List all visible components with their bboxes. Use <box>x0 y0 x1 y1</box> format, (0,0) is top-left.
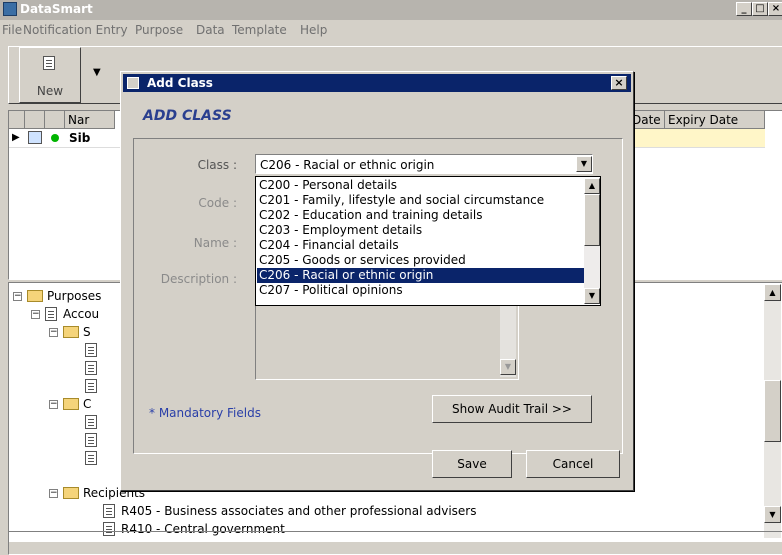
tree-item-account[interactable]: Accou <box>63 307 99 321</box>
new-dropdown-arrow-icon[interactable]: ▼ <box>93 67 101 78</box>
document-icon <box>85 433 97 447</box>
app-icon <box>3 2 17 16</box>
document-icon <box>85 415 97 429</box>
new-button-label: New <box>36 84 64 98</box>
class-option[interactable]: C203 - Employment details <box>257 223 585 238</box>
grid-header-indicator <box>9 111 25 129</box>
grid-header-icon <box>25 111 45 129</box>
menu-file[interactable]: File <box>2 23 22 37</box>
tree-expand-icon[interactable]: − <box>49 328 58 337</box>
cancel-button[interactable]: Cancel <box>526 450 620 478</box>
new-document-icon <box>43 56 55 70</box>
class-label: Class : <box>197 158 237 172</box>
description-label: Description : <box>160 272 237 286</box>
folder-icon <box>63 398 79 410</box>
class-select[interactable]: C206 - Racial or ethnic origin ▼ <box>255 154 593 174</box>
dialog-window-icon <box>127 77 139 89</box>
scroll-up-icon[interactable]: ▲ <box>764 284 781 301</box>
description-scrollbar[interactable]: ▼ <box>500 301 516 377</box>
menu-purpose[interactable]: Purpose <box>135 23 183 37</box>
close-button[interactable]: × <box>768 2 782 16</box>
document-icon <box>85 451 97 465</box>
tree-item-r405[interactable]: R405 - Business associates and other pro… <box>121 504 477 518</box>
dialog-title: Add Class <box>147 76 213 90</box>
app-titlebar: DataSmart _ □ × <box>0 0 782 20</box>
scroll-up-icon[interactable]: ▲ <box>584 178 600 194</box>
tree-expand-icon[interactable]: − <box>49 400 58 409</box>
description-field[interactable]: ▼ <box>255 298 519 380</box>
class-dropdown-list[interactable]: C200 - Personal details C201 - Family, l… <box>255 176 601 306</box>
menu-help[interactable]: Help <box>300 23 327 37</box>
status-green-icon <box>51 134 59 142</box>
dialog-close-button[interactable]: × <box>611 76 627 90</box>
class-option-selected[interactable]: C206 - Racial or ethnic origin <box>257 268 585 283</box>
minimize-button[interactable]: _ <box>736 2 752 16</box>
tree-item-c[interactable]: C <box>83 397 91 411</box>
tree-expand-icon[interactable]: − <box>49 489 58 498</box>
new-button[interactable]: New <box>19 47 81 103</box>
grid-header-expiry-date[interactable]: Expiry Date <box>665 111 765 129</box>
name-label: Name : <box>193 236 237 250</box>
tree-item-s[interactable]: S <box>83 325 91 339</box>
class-option[interactable]: C201 - Family, lifestyle and social circ… <box>257 193 585 208</box>
row-date-cells <box>629 129 765 147</box>
tree-item-purposes[interactable]: Purposes <box>47 289 101 303</box>
menu-template[interactable]: Template <box>232 23 287 37</box>
class-option[interactable]: C202 - Education and training details <box>257 208 585 223</box>
document-icon <box>45 307 57 321</box>
folder-icon <box>63 487 79 499</box>
document-icon <box>103 504 115 518</box>
scroll-down-icon[interactable]: ▼ <box>764 506 781 523</box>
document-icon <box>85 361 97 375</box>
dialog-heading: ADD CLASS <box>143 108 232 124</box>
tree-scrollbar[interactable]: ▲ ▼ <box>764 284 781 538</box>
folder-icon <box>27 290 43 302</box>
grid-header-date[interactable]: Date <box>629 111 665 129</box>
class-dropdown-button[interactable]: ▼ <box>576 156 592 172</box>
class-option[interactable]: C207 - Political opinions <box>257 283 585 298</box>
status-bar <box>8 531 782 555</box>
document-icon <box>85 343 97 357</box>
save-button[interactable]: Save <box>432 450 512 478</box>
class-option[interactable]: C205 - Goods or services provided <box>257 253 585 268</box>
document-icon <box>85 379 97 393</box>
tree-expand-icon[interactable]: − <box>31 310 40 319</box>
add-class-dialog: Add Class × ADD CLASS Class : Code : Nam… <box>120 71 634 491</box>
tree-expand-icon[interactable]: − <box>13 292 22 301</box>
grid-header-status <box>45 111 65 129</box>
folder-icon <box>63 326 79 338</box>
class-option[interactable]: C204 - Financial details <box>257 238 585 253</box>
scroll-down-icon[interactable]: ▼ <box>584 288 600 304</box>
scroll-thumb[interactable] <box>584 194 600 246</box>
code-label: Code : <box>198 196 237 210</box>
row-pointer-icon: ▶ <box>12 132 20 143</box>
show-audit-trail-button[interactable]: Show Audit Trail >> <box>432 395 592 423</box>
scroll-down-icon[interactable]: ▼ <box>500 359 516 375</box>
class-option[interactable]: C200 - Personal details <box>257 178 585 193</box>
menu-notification-entry[interactable]: Notification Entry <box>23 23 128 37</box>
scroll-thumb[interactable] <box>764 380 781 442</box>
row-name: Sib <box>69 131 91 145</box>
grid-header-name[interactable]: Nar <box>65 111 115 129</box>
class-select-value: C206 - Racial or ethnic origin <box>260 158 435 172</box>
dropdown-scrollbar[interactable]: ▲ ▼ <box>584 178 600 304</box>
maximize-button[interactable]: □ <box>752 2 768 16</box>
menu-bar: File Notification Entry Purpose Data Tem… <box>0 20 782 41</box>
menu-data[interactable]: Data <box>196 23 225 37</box>
dialog-titlebar: Add Class × <box>123 74 631 92</box>
view-icon[interactable] <box>28 131 42 144</box>
app-title: DataSmart <box>20 2 93 16</box>
mandatory-fields-note: * Mandatory Fields <box>149 406 261 420</box>
